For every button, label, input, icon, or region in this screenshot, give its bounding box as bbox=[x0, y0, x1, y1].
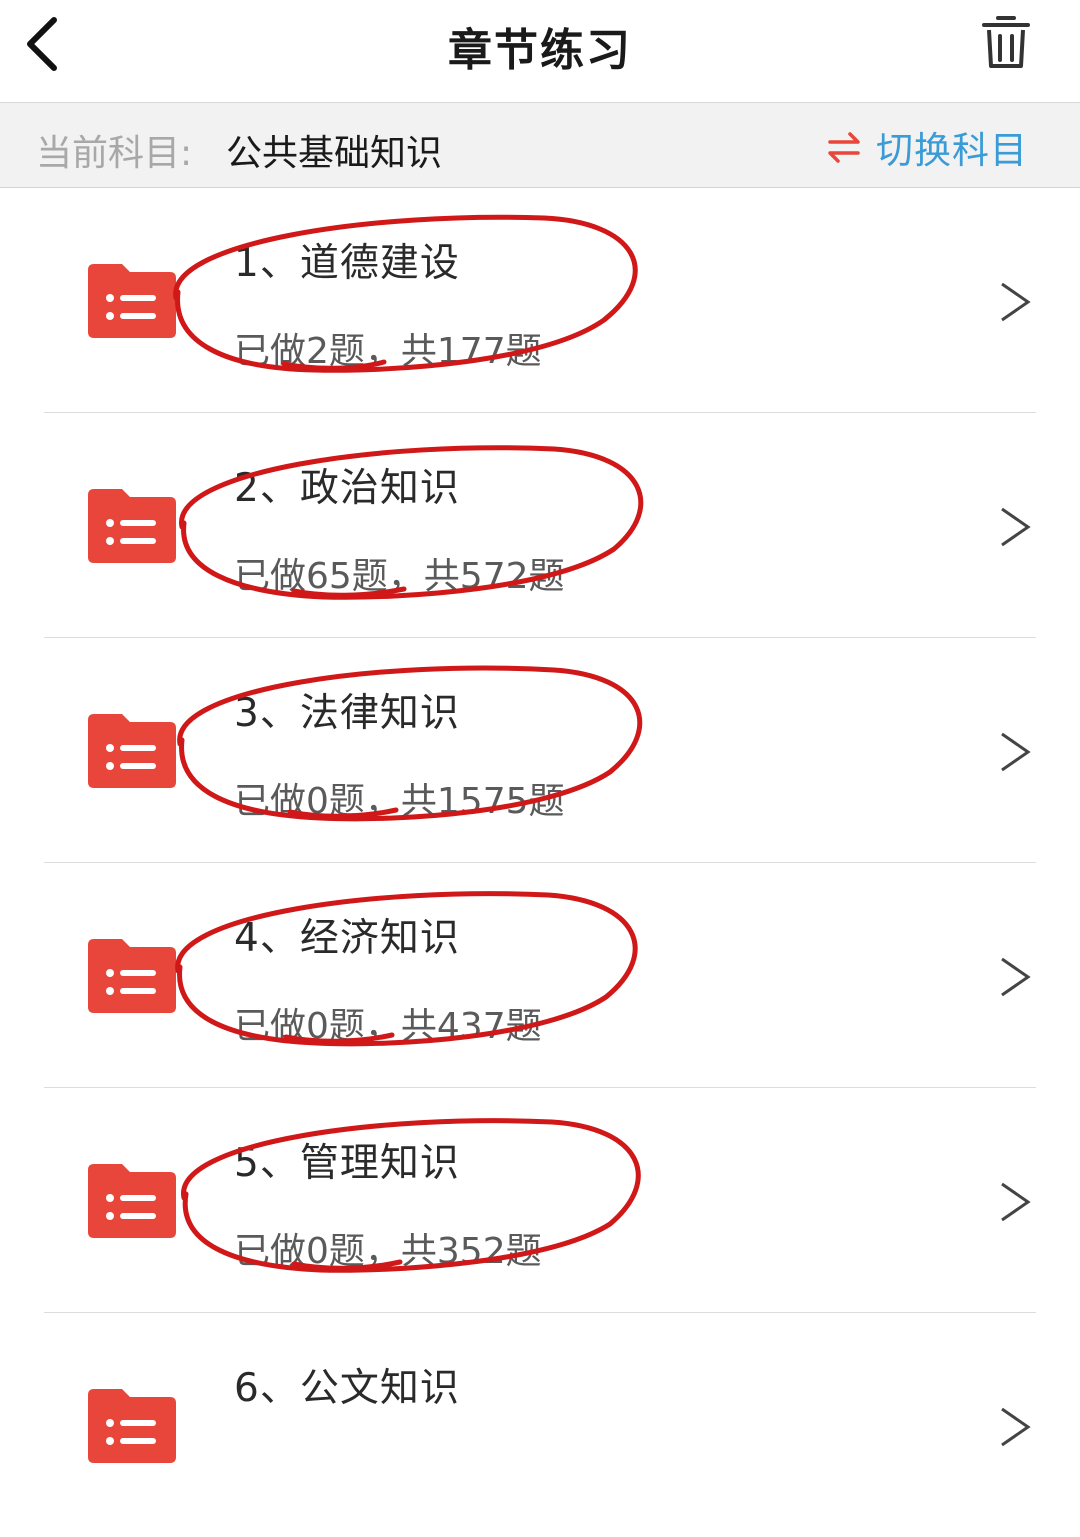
chapter-item[interactable]: 4、经济知识 已做0题，共437题 bbox=[44, 863, 1036, 1088]
folder-list-icon bbox=[88, 1389, 176, 1463]
clear-button[interactable] bbox=[978, 12, 1034, 72]
chapter-title: 1、道德建设 bbox=[234, 241, 460, 286]
chapter-title: 6、公文知识 bbox=[234, 1366, 460, 1411]
chapter-item[interactable]: 3、法律知识 已做0题，共1575题 bbox=[44, 638, 1036, 863]
chapter-progress: 已做0题，共1575题 bbox=[234, 781, 565, 822]
folder-list-icon bbox=[88, 1164, 176, 1238]
trash-icon bbox=[982, 16, 1030, 68]
chapter-title: 2、政治知识 bbox=[234, 466, 460, 511]
folder-list-icon bbox=[88, 939, 176, 1013]
chapter-progress: 已做0题，共437题 bbox=[234, 1006, 542, 1047]
chevron-right-icon bbox=[1001, 1182, 1031, 1222]
header-bar: 章节练习 bbox=[0, 0, 1080, 103]
chapter-item[interactable]: 1、道德建设 已做2题，共177题 bbox=[44, 188, 1036, 413]
chapter-item[interactable]: 5、管理知识 已做0题，共352题 bbox=[44, 1088, 1036, 1313]
folder-list-icon bbox=[88, 264, 176, 338]
chevron-right-icon bbox=[1001, 282, 1031, 322]
folder-list-icon bbox=[88, 714, 176, 788]
chapter-list: 1、道德建设 已做2题，共177题 2、政治知识 已做65题，共572题 3、法… bbox=[0, 188, 1080, 1537]
chapter-title: 4、经济知识 bbox=[234, 916, 460, 961]
chevron-right-icon bbox=[1001, 732, 1031, 772]
chapter-item[interactable]: 2、政治知识 已做65题，共572题 bbox=[44, 413, 1036, 638]
chapter-title: 5、管理知识 bbox=[234, 1141, 460, 1186]
folder-list-icon bbox=[88, 489, 176, 563]
chevron-right-icon bbox=[1001, 507, 1031, 547]
chevron-right-icon bbox=[1001, 957, 1031, 997]
chapter-title: 3、法律知识 bbox=[234, 691, 460, 736]
switch-subject-label: 切换科目 bbox=[876, 129, 1028, 172]
subject-bar: 当前科目: 公共基础知识 切换科目 bbox=[0, 103, 1080, 188]
swap-arrows-icon bbox=[828, 132, 860, 163]
subject-label: 当前科目: bbox=[36, 133, 193, 174]
chevron-right-icon bbox=[1001, 1407, 1031, 1447]
chapter-progress: 已做2题，共177题 bbox=[234, 331, 542, 372]
switch-subject-button[interactable]: 切换科目 bbox=[826, 119, 1028, 175]
chapter-item[interactable]: 6、公文知识 bbox=[44, 1313, 1036, 1537]
current-subject: 公共基础知识 bbox=[226, 133, 443, 174]
chapter-progress: 已做0题，共352题 bbox=[234, 1231, 542, 1272]
page-title: 章节练习 bbox=[448, 25, 632, 76]
chapter-progress: 已做65题，共572题 bbox=[234, 556, 565, 597]
